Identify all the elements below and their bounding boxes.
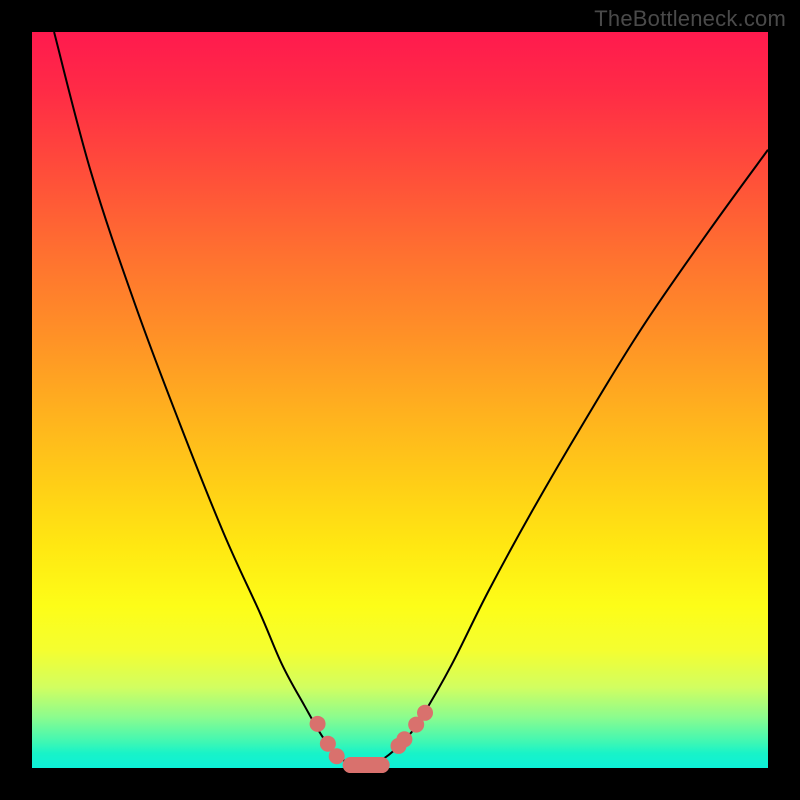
marker-dot xyxy=(396,731,412,747)
watermark-text: TheBottleneck.com xyxy=(594,6,786,32)
bottleneck-curve-path xyxy=(54,32,768,767)
bottleneck-curve-svg xyxy=(32,32,768,768)
chart-plot-area xyxy=(32,32,768,768)
optimal-range-bar xyxy=(343,757,390,773)
marker-dot xyxy=(417,705,433,721)
near-optimal-markers xyxy=(310,705,433,773)
marker-dot xyxy=(329,748,345,764)
marker-dot xyxy=(310,716,326,732)
